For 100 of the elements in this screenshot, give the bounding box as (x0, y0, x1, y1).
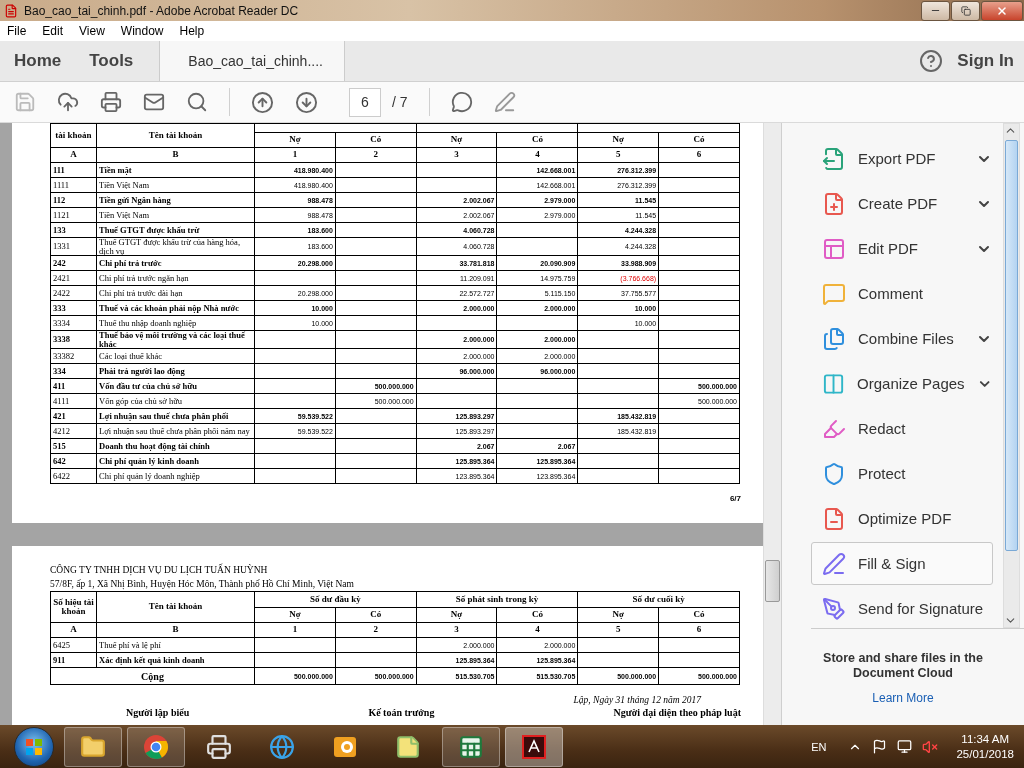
help-icon[interactable] (919, 49, 944, 73)
spreadsheet-icon (458, 733, 484, 760)
tool-item[interactable]: Organize Pages (811, 361, 993, 406)
close-button[interactable] (981, 0, 1023, 21)
column-header: 4 (497, 147, 578, 163)
column-header: Số hiệu tài khoản (50, 591, 97, 623)
menu-item[interactable]: Edit (42, 24, 64, 38)
table-cell: Tiền gửi Ngân hàng (96, 192, 255, 208)
table-cell: 642 (50, 453, 97, 469)
menu-item[interactable]: Window (120, 24, 164, 38)
sign-in-link[interactable]: Sign In (957, 41, 1014, 81)
table-cell: Vốn góp của chủ sở hữu (96, 393, 255, 409)
column-header: Có (497, 607, 578, 623)
pen-icon (822, 551, 846, 576)
table-cell: Vốn đầu tư của chủ sở hữu (96, 378, 255, 394)
page-number-field[interactable]: 6 (349, 87, 381, 117)
comment-icon[interactable] (450, 91, 473, 113)
signature-title: Người đại diện theo pháp luật (613, 707, 741, 718)
language-indicator[interactable]: EN (811, 740, 827, 753)
column-header: Có (658, 607, 740, 623)
column-header: 5 (577, 622, 659, 638)
column-header: 4 (497, 622, 578, 638)
restore-button[interactable] (951, 0, 980, 21)
files-icon (822, 326, 846, 351)
column-header: 3 (416, 622, 497, 638)
menu-item[interactable]: View (79, 24, 105, 38)
column-header: 1 (254, 622, 336, 638)
nav-tab[interactable]: Tools (75, 41, 134, 81)
column-header: Nợ (577, 607, 659, 623)
column-header: Nợ (254, 132, 336, 148)
previous-page-icon[interactable] (251, 90, 274, 114)
column-header: Số dư đầu kỳ (254, 591, 417, 608)
muted-speaker-icon[interactable] (922, 738, 939, 755)
mail-icon[interactable] (143, 91, 165, 113)
table-cell: Phải trả người lao động (96, 363, 255, 379)
column-header: tài khoản (50, 123, 97, 148)
column-header: Có (497, 132, 578, 148)
column-header: A (50, 147, 97, 163)
tool-item[interactable]: Combine Files (811, 316, 993, 361)
column-header: 2 (335, 622, 417, 638)
next-page-icon[interactable] (295, 90, 318, 114)
column-header: Nợ (416, 607, 497, 623)
table-cell: 911 (50, 652, 97, 668)
taskbar-app[interactable] (442, 726, 500, 767)
tool-item[interactable]: Send for Signature (811, 586, 993, 631)
taskbar-app[interactable] (505, 726, 563, 767)
table-cell: 112 (50, 192, 97, 208)
table-cell: Các loại thuế khác (96, 348, 255, 364)
cloud-promo-text: Store and share files in the Document Cloud (822, 651, 984, 681)
menu-item[interactable]: Help (179, 24, 205, 38)
table-cell: Chi phí trả trước dài hạn (96, 285, 255, 301)
column-header: Số dư cuối kỳ (577, 591, 740, 608)
scrollbar-thumb[interactable] (1005, 140, 1018, 551)
column-header: 5 (577, 147, 659, 163)
search-icon[interactable] (186, 91, 208, 113)
column-header: Tên tài khoản (96, 123, 255, 148)
print-icon[interactable] (100, 91, 122, 113)
cloud-upload-icon[interactable] (57, 91, 79, 113)
pen-icon[interactable] (493, 91, 516, 113)
flag-icon[interactable] (872, 739, 888, 754)
tool-item[interactable]: Redact (811, 406, 993, 451)
speech-bubble-icon (822, 281, 846, 306)
tool-item[interactable]: Protect (811, 451, 993, 496)
folder-icon (80, 733, 106, 760)
printer-icon (206, 733, 232, 760)
column-header: 3 (416, 147, 497, 163)
column-header: Có (335, 607, 417, 623)
taskbar-app[interactable] (64, 726, 122, 767)
table-cell: Lợi nhuận sau thuế chưa phân phối (96, 408, 255, 424)
document-tab[interactable]: Bao_cao_tai_chinh.... (159, 41, 346, 81)
table-cell: Tiền Việt Nam (96, 207, 255, 223)
pdf-app-icon (522, 734, 546, 759)
minimize-button[interactable] (921, 0, 950, 21)
table-cell: Chi phí quản lý kinh doanh (96, 453, 255, 469)
scrollbar-thumb[interactable] (765, 559, 780, 602)
table-cell: 1111 (50, 177, 97, 193)
table-cell: 2422 (50, 285, 97, 301)
company-address: 57/8F, ấp 1, Xã Nhị Bình, Huyện Hóc Môn, Thành phố Hồ Chí Minh, Việt Nam (50, 578, 355, 591)
menu-item[interactable]: File (7, 24, 27, 38)
network-icon[interactable] (897, 739, 913, 754)
column-header: Nợ (416, 132, 497, 148)
browser-icon (143, 733, 169, 760)
start-button[interactable] (14, 726, 54, 767)
column-header: 2 (335, 147, 417, 163)
learn-more-link[interactable]: Learn More (872, 691, 934, 705)
column-header: Có (658, 132, 740, 148)
tool-item[interactable]: Comment (811, 271, 993, 316)
tool-item[interactable]: Fill & Sign (811, 542, 993, 585)
column-header: Nợ (577, 132, 659, 148)
table-cell: Cộng (50, 667, 255, 685)
nav-tab[interactable]: Home (0, 41, 62, 81)
window-title: Bao_cao_tai_chinh.pdf - Adobe Acrobat Reader DC (24, 3, 300, 18)
table-cell: Doanh thu hoạt động tài chính (96, 438, 255, 454)
tool-item[interactable]: Create PDF (811, 181, 993, 226)
table-cell: Thuế và các khoản phải nộp Nhà nước (96, 300, 255, 316)
column-header: 6 (658, 147, 740, 163)
clock[interactable]: 11:34 AM 25/01/2018 (956, 731, 1014, 762)
tool-item[interactable]: Optimize PDF (811, 496, 993, 541)
tool-item[interactable]: Export PDF (811, 136, 993, 181)
tool-item[interactable]: Edit PDF (811, 226, 993, 271)
